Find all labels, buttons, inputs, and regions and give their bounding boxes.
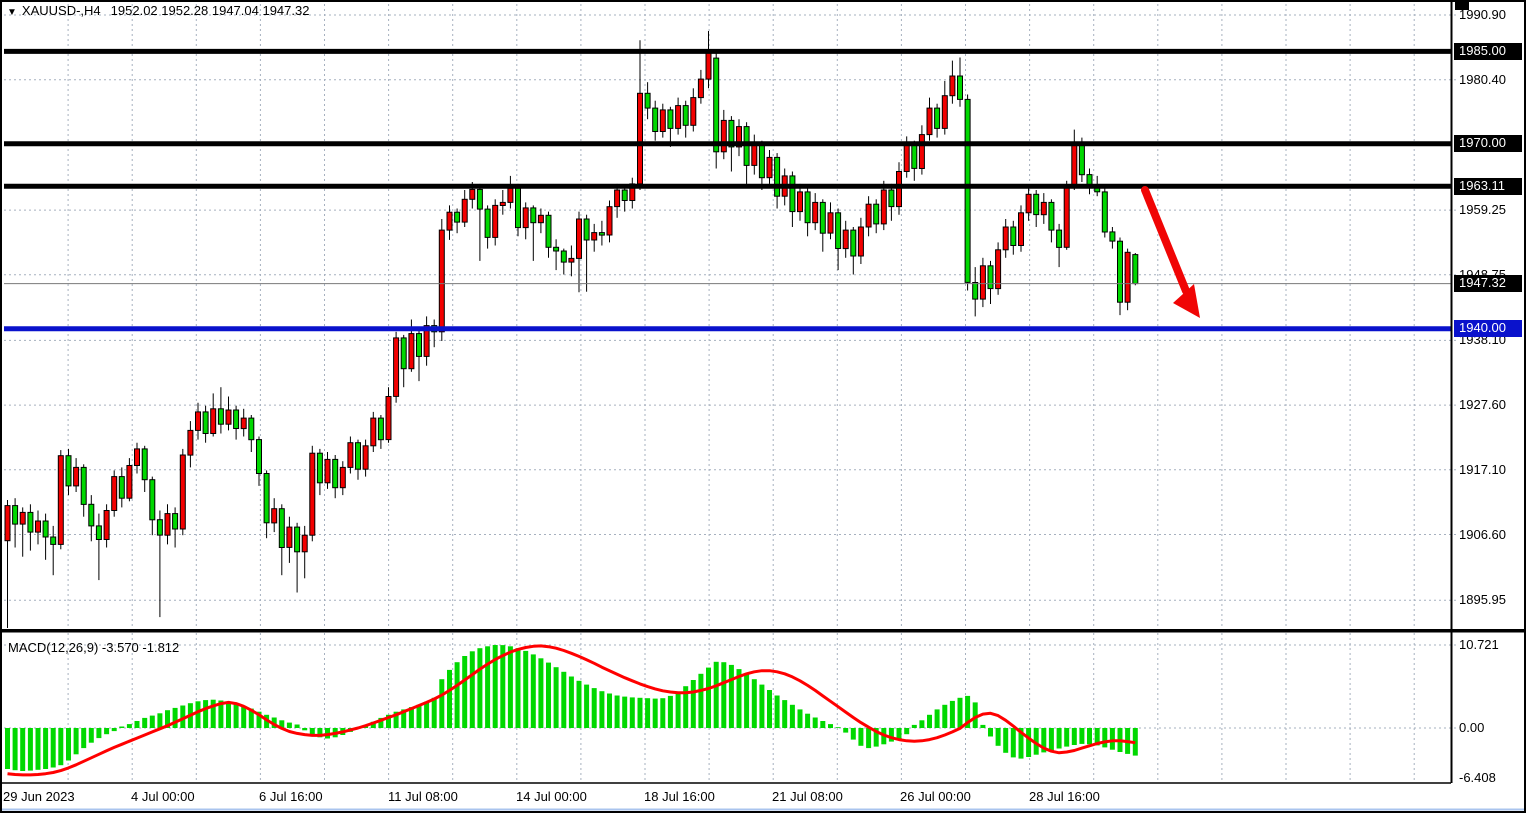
chart-symbol-quote: ▼ XAUUSD-,H4 1952.02 1952.28 1947.04 1947.…	[7, 3, 309, 18]
macd-tick: 0.00	[1459, 720, 1484, 735]
price-flag-1985.00: 1985.00	[1454, 43, 1522, 60]
time-label: 11 Jul 08:00	[388, 789, 458, 804]
price-flag-1940.00: 1940.00	[1454, 320, 1522, 337]
macd-tick: 10.721	[1459, 637, 1499, 652]
window-corner-box	[1455, 2, 1469, 10]
price-tick: 1917.10	[1459, 462, 1506, 477]
time-label: 21 Jul 08:00	[772, 789, 843, 804]
price-tick: 1906.60	[1459, 527, 1506, 542]
chart-canvas[interactable]	[0, 0, 1526, 813]
trading-terminal-window: ▼ XAUUSD-,H4 1952.02 1952.28 1947.04 1947.…	[0, 0, 1526, 813]
price-tick: 1980.40	[1459, 72, 1506, 87]
price-tick: 1959.25	[1459, 202, 1506, 217]
price-flag-1970.00: 1970.00	[1454, 135, 1522, 152]
symbol-dropdown-triangle-icon[interactable]: ▼	[7, 7, 17, 18]
price-flag-1947.32: 1947.32	[1454, 275, 1522, 292]
price-flag-1963.11: 1963.11	[1454, 178, 1522, 195]
time-label: 6 Jul 16:00	[259, 789, 323, 804]
macd-tick: -6.408	[1459, 770, 1496, 785]
time-label: 26 Jul 00:00	[900, 789, 971, 804]
price-tick: 1927.60	[1459, 397, 1506, 412]
symbol-period-label: XAUUSD-,H4	[22, 3, 101, 18]
time-label: 28 Jul 16:00	[1029, 789, 1100, 804]
ohlc-quote-label: 1952.02 1952.28 1947.04 1947.32	[111, 3, 310, 18]
time-label: 29 Jun 2023	[3, 789, 75, 804]
time-label: 4 Jul 00:00	[131, 789, 195, 804]
time-label: 14 Jul 00:00	[516, 789, 587, 804]
price-tick: 1895.95	[1459, 592, 1506, 607]
time-label: 18 Jul 16:00	[644, 789, 715, 804]
macd-indicator-label: MACD(12,26,9) -3.570 -1.812	[8, 640, 179, 655]
